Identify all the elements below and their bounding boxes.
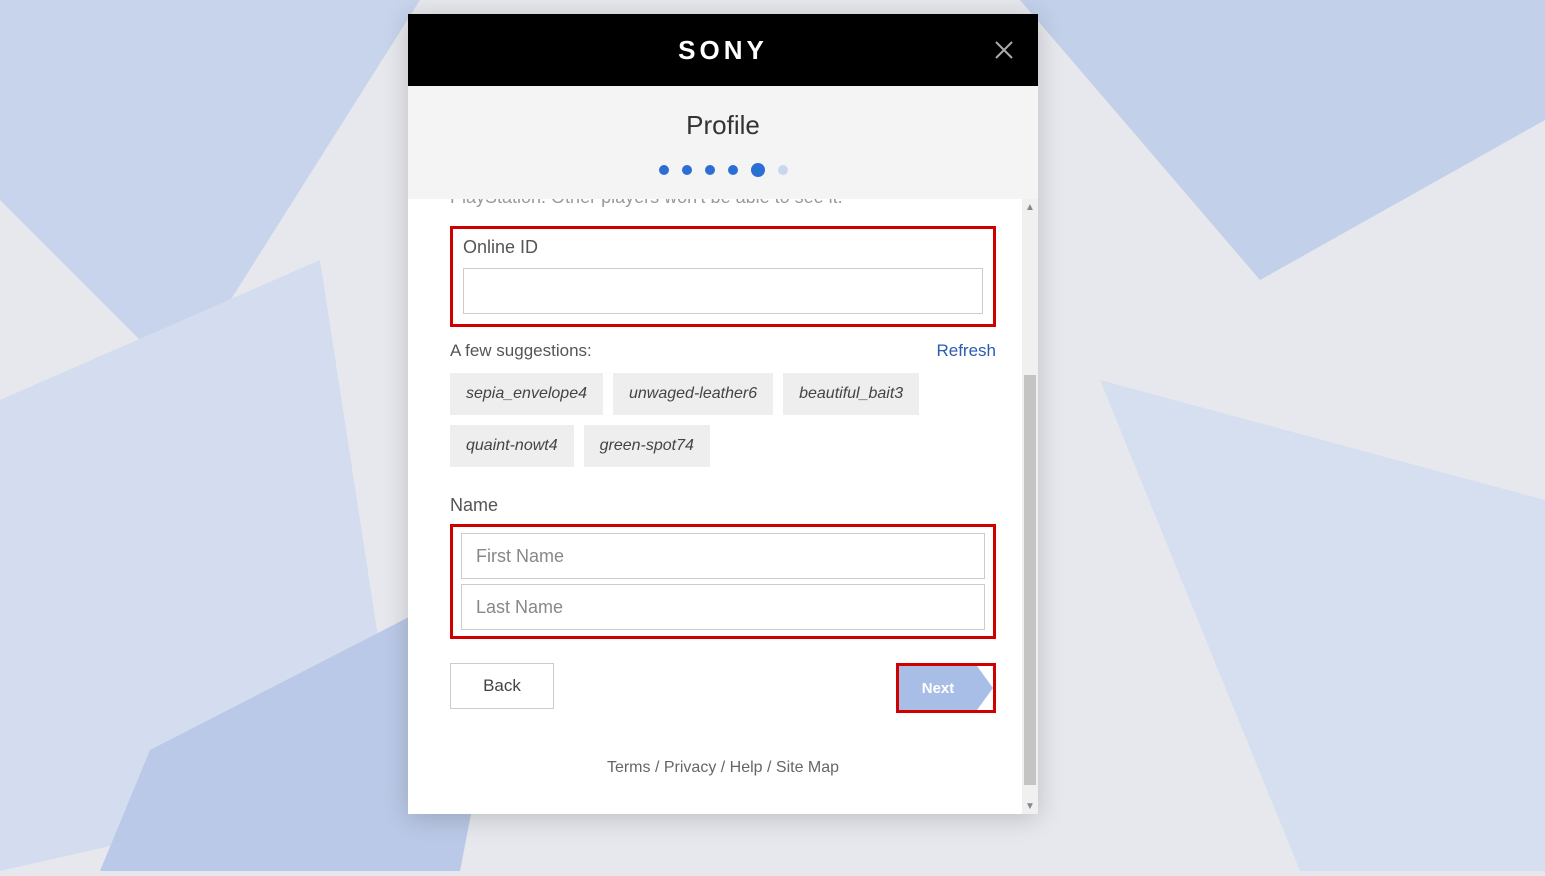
help-link[interactable]: Help: [730, 759, 763, 776]
name-highlight: [450, 524, 996, 639]
first-name-input[interactable]: [461, 533, 985, 579]
sitemap-link[interactable]: Site Map: [776, 759, 839, 776]
suggestion-chip[interactable]: unwaged-leather6: [613, 373, 773, 415]
step-indicator: [408, 165, 1038, 177]
back-button[interactable]: Back: [450, 663, 554, 709]
step-dot: [728, 165, 738, 175]
terms-link[interactable]: Terms: [607, 759, 651, 776]
step-dot: [659, 165, 669, 175]
last-name-input[interactable]: [461, 584, 985, 630]
partial-description: PlayStation. Other players won't be able…: [450, 199, 1018, 208]
online-id-label: Online ID: [463, 237, 983, 258]
step-dot: [705, 165, 715, 175]
scroll-thumb[interactable]: [1024, 375, 1036, 785]
sony-logo: SONY: [678, 35, 768, 66]
footer-links: Terms / Privacy / Help / Site Map: [428, 759, 1018, 777]
page-title: Profile: [408, 110, 1038, 141]
online-id-highlight: Online ID: [450, 226, 996, 327]
signup-modal: SONY Profile PlayStation. Other players …: [408, 14, 1038, 814]
next-button-label: Next: [922, 680, 955, 697]
suggestion-chips: sepia_envelope4 unwaged-leather6 beautif…: [450, 373, 996, 467]
scroll-down-icon[interactable]: ▼: [1022, 798, 1038, 814]
scroll-up-icon[interactable]: ▲: [1022, 199, 1038, 215]
suggestion-chip[interactable]: sepia_envelope4: [450, 373, 603, 415]
next-highlight: Next: [896, 663, 996, 713]
close-icon[interactable]: [992, 38, 1016, 62]
next-button[interactable]: Next: [899, 666, 977, 710]
step-dot-active: [751, 163, 765, 177]
privacy-link[interactable]: Privacy: [664, 759, 716, 776]
scrollbar[interactable]: ▲ ▼: [1022, 199, 1038, 814]
suggestion-chip[interactable]: green-spot74: [584, 425, 710, 467]
suggestion-chip[interactable]: quaint-nowt4: [450, 425, 574, 467]
step-dot: [778, 165, 788, 175]
name-label: Name: [450, 495, 996, 516]
refresh-link[interactable]: Refresh: [936, 341, 996, 361]
suggestion-chip[interactable]: beautiful_bait3: [783, 373, 919, 415]
suggestions-label: A few suggestions:: [450, 341, 592, 361]
chevron-right-icon: [977, 666, 993, 710]
scroll-area: PlayStation. Other players won't be able…: [408, 199, 1038, 814]
modal-header: SONY: [408, 14, 1038, 86]
sub-header: Profile: [408, 86, 1038, 199]
online-id-input[interactable]: [463, 268, 983, 314]
step-dot: [682, 165, 692, 175]
